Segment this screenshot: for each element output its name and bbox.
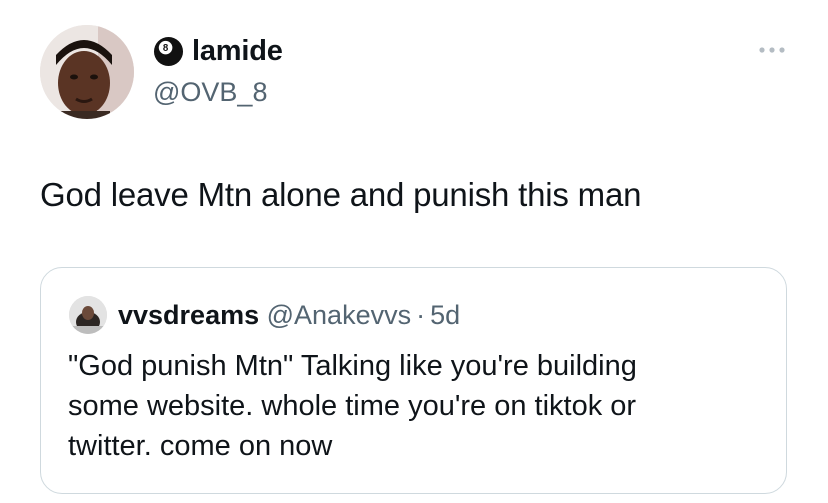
quoted-timestamp[interactable]: 5d <box>430 300 460 330</box>
author-avatar[interactable] <box>40 25 134 119</box>
tweet-text: God leave Mtn alone and punish this man <box>40 176 642 213</box>
quoted-text-line: "God punish Mtn" Talking like you're bui… <box>68 350 637 382</box>
author-name-row: 8 lamide <box>153 33 283 69</box>
quoted-handle[interactable]: @Anakevvs <box>267 300 411 330</box>
quoted-text-line: twitter. come on now <box>68 430 333 462</box>
quoted-tweet-header: vvsdreams @Anakevvs · 5d <box>118 297 460 333</box>
author-display-name[interactable]: lamide <box>192 33 283 69</box>
profile-photo <box>40 25 134 119</box>
quoted-tweet-card[interactable]: vvsdreams @Anakevvs · 5d "God punish Mtn" … <box>40 267 787 494</box>
quoted-tweet-text: "God punish Mtn" Talking like you're bui… <box>68 346 768 466</box>
quoted-profile-photo <box>69 296 107 334</box>
quoted-author-avatar[interactable] <box>69 296 107 334</box>
quoted-separator: · <box>416 300 426 330</box>
author-handle[interactable]: @OVB_8 <box>153 75 267 109</box>
8-ball-icon: 8 <box>153 36 184 66</box>
quoted-text-line: some website. whole time you're on tikto… <box>68 390 637 422</box>
more-options-icon[interactable] <box>758 44 786 56</box>
quoted-display-name[interactable]: vvsdreams <box>118 300 259 330</box>
svg-text:8: 8 <box>163 43 169 54</box>
